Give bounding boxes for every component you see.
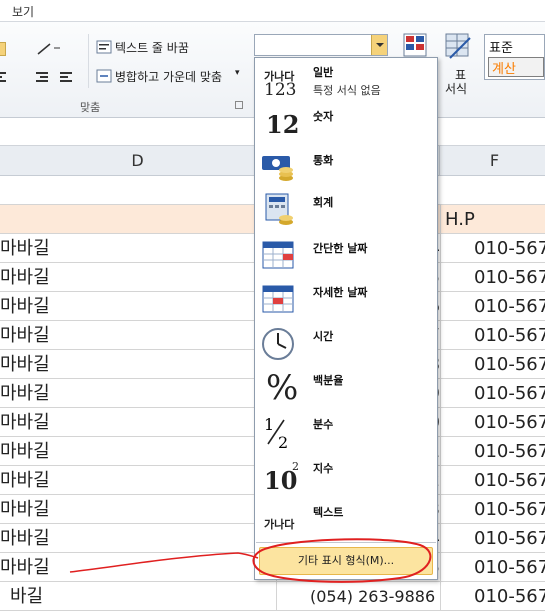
scientific-icon: 10 2 (260, 456, 300, 496)
percentage-icon: % (260, 368, 300, 408)
mobile-cell[interactable]: 010-5678 (440, 263, 545, 292)
group-alignment-caption: 맞춤 (80, 101, 101, 114)
format-item-label: 시간 (313, 330, 334, 343)
style-calculation[interactable]: 계산 (488, 57, 544, 77)
short-date-icon (260, 236, 300, 276)
format-item-percentage[interactable]: % 백분율 (256, 368, 436, 408)
format-item-fraction[interactable]: 12 분수 (256, 412, 436, 452)
column-header-d[interactable]: D (0, 146, 276, 176)
sci-exp-glyph: 2 (292, 460, 299, 473)
format-item-number[interactable]: 12 숫자 (256, 104, 436, 144)
format-as-table-sublabel[interactable]: 서식 (445, 80, 467, 97)
wrap-text-icon[interactable] (96, 40, 112, 54)
format-item-accounting[interactable]: 회계 (256, 190, 436, 230)
format-item-scientific[interactable]: 10 2 지수 (256, 456, 436, 496)
format-item-label: 통화 (313, 154, 334, 167)
mobile-cell[interactable]: 010-5678 (440, 350, 545, 379)
mobile-cell[interactable]: 010-5678 (440, 553, 545, 582)
merge-center-icon[interactable] (96, 69, 112, 83)
time-icon (260, 324, 300, 364)
column-header-f[interactable]: F (440, 146, 545, 176)
percent-glyph: % (266, 368, 299, 408)
style-normal[interactable]: 표준 (489, 37, 513, 56)
number-format-dropdown: 가나다 123 일반 특정 서식 없음 12 숫자 통화 회계 간단한 날짜 자… (254, 57, 438, 580)
number-format-combo[interactable] (254, 34, 388, 56)
merge-center-dropdown-arrow[interactable]: ▾ (235, 68, 240, 78)
mobile-cell[interactable]: 010-5678 (440, 321, 545, 350)
accounting-icon (260, 190, 300, 230)
merge-center-button[interactable]: 병합하고 가운데 맞춤 (115, 68, 222, 85)
mobile-cell[interactable]: 010-5678 (440, 437, 545, 466)
format-item-general[interactable]: 가나다 123 일반 특정 서식 없음 (256, 62, 436, 102)
text-icon-glyph: 가나다 (264, 518, 295, 531)
format-item-time[interactable]: 시간 (256, 324, 436, 364)
orientation-icon[interactable] (36, 42, 60, 56)
number-icon-glyph: 12 (266, 110, 300, 139)
more-number-formats-button[interactable]: 기타 표시 형식(M)... (259, 547, 433, 575)
mobile-cell[interactable]: 010-5678 (440, 495, 545, 524)
general-icon-text-bottom: 123 (264, 80, 297, 100)
text-icon: 가나다 (260, 500, 300, 540)
cell-border (276, 582, 277, 611)
format-item-desc: 특정 서식 없음 (313, 84, 381, 97)
format-item-label: 텍스트 (313, 506, 344, 519)
currency-icon (260, 148, 300, 188)
mobile-cell[interactable]: 010-5678 (440, 408, 545, 437)
number-format-dropdown-button[interactable] (371, 35, 387, 55)
indent-icon[interactable] (36, 70, 76, 84)
format-item-label: 지수 (313, 462, 334, 475)
format-item-label: 자세한 날짜 (313, 286, 368, 299)
indent-decrease-icon[interactable] (0, 70, 10, 84)
format-item-label: 간단한 날짜 (313, 242, 368, 255)
format-item-label: 분수 (313, 418, 334, 431)
format-item-short-date[interactable]: 간단한 날짜 (256, 236, 436, 276)
table-row: 바길 (054) 263-9886 010-5678 (0, 582, 545, 611)
long-date-icon (260, 280, 300, 320)
format-item-long-date[interactable]: 자세한 날짜 (256, 280, 436, 320)
alignment-dialog-launcher[interactable] (235, 101, 243, 109)
format-item-text[interactable]: 가나다 텍스트 (256, 500, 436, 540)
mobile-cell[interactable]: 010-5678 (440, 466, 545, 495)
header-cell-hp[interactable]: H.P (440, 205, 545, 234)
wrap-text-button[interactable]: 텍스트 줄 바꿈 (115, 39, 189, 56)
format-item-label: 백분율 (313, 374, 344, 387)
format-item-currency[interactable]: 통화 (256, 148, 436, 188)
mobile-cell[interactable]: 010-5678 (440, 582, 545, 611)
format-as-table-icon[interactable] (444, 32, 474, 62)
general-icon: 가나다 123 (260, 62, 300, 102)
format-item-label: 일반 (313, 66, 334, 79)
dropdown-separator (256, 542, 436, 543)
mobile-cell[interactable]: 010-5678 (440, 379, 545, 408)
ribbon-separator (88, 34, 89, 88)
cell-styles-gallery[interactable]: 표준 계산 (484, 34, 545, 80)
fraction-icon: 12 (260, 412, 300, 452)
svg-text:2: 2 (278, 433, 288, 452)
format-item-label: 숫자 (313, 110, 334, 123)
mobile-cell[interactable]: 010-5678 (440, 292, 545, 321)
svg-text:1: 1 (264, 415, 274, 434)
mobile-cell[interactable]: 010-5678 (440, 524, 545, 553)
ribbon-tab-strip: 보기 (0, 0, 545, 22)
mobile-cell[interactable]: 010-5678 (440, 234, 545, 263)
number-icon: 12 (260, 104, 300, 144)
tab-view[interactable]: 보기 (12, 3, 34, 20)
align-left-icon[interactable] (0, 42, 6, 56)
phone-cell[interactable]: (054) 263-9886 (310, 582, 435, 611)
format-item-label: 회계 (313, 196, 334, 209)
